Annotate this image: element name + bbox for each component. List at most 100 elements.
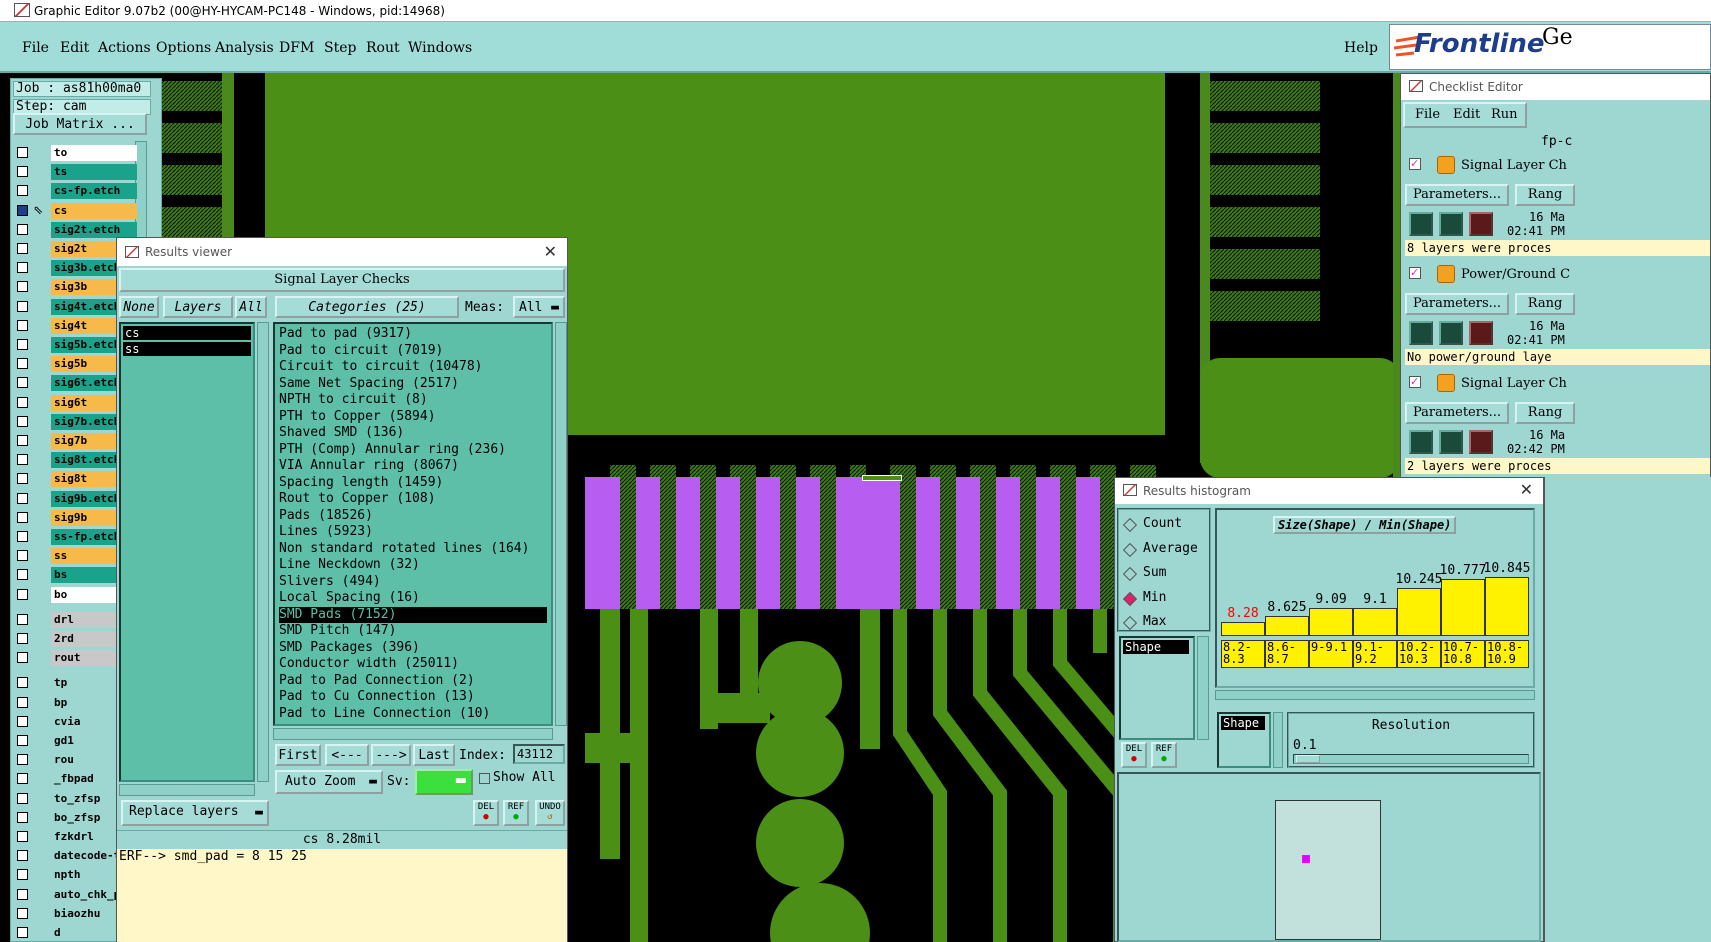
layer-checkbox[interactable] (17, 677, 28, 689)
categories-scrollbar[interactable] (555, 322, 567, 726)
mode-radio-average[interactable]: Average (1122, 541, 1211, 559)
menu-analysis[interactable]: Analysis (215, 40, 274, 56)
histogram-bar[interactable] (1353, 608, 1397, 636)
category-item[interactable]: Rout to Copper (108) (279, 491, 436, 507)
layer-name[interactable]: cs (51, 202, 137, 219)
range-button[interactable]: Rang (1515, 293, 1575, 315)
sv-color-dropdown[interactable]: ▬ (415, 769, 473, 795)
parameters-button[interactable]: Parameters... (1405, 402, 1509, 424)
layer-checkbox[interactable] (17, 243, 28, 254)
close-icon[interactable]: ✕ (544, 238, 557, 266)
layer-checkbox[interactable] (17, 550, 28, 562)
layer-results-list[interactable]: cs ss (119, 322, 255, 782)
layer-row[interactable]: to (17, 145, 137, 161)
categories-hscrollbar[interactable] (273, 728, 553, 740)
layer-checkbox[interactable] (17, 613, 28, 625)
category-item[interactable]: Slivers (494) (279, 574, 381, 590)
layer-checkbox[interactable] (17, 185, 28, 197)
menu-dfm[interactable]: DFM (279, 40, 314, 56)
category-item[interactable]: Lines (5923) (279, 524, 373, 540)
check-enabled-checkbox[interactable]: ✓ (1409, 376, 1421, 388)
layer-checkbox[interactable] (17, 358, 28, 370)
layer-name[interactable]: cs-fp.etch (51, 183, 137, 200)
show-all-checkbox[interactable] (479, 773, 490, 784)
checklist-menu-edit[interactable]: Edit (1453, 104, 1480, 126)
layer-name[interactable]: to (51, 145, 137, 161)
last-button[interactable]: Last (413, 744, 455, 766)
category-item[interactable]: Non standard rotated lines (164) (279, 541, 529, 557)
category-item[interactable]: NPTH to circuit (8) (279, 392, 428, 408)
none-button[interactable]: None (119, 296, 159, 318)
check-name[interactable]: Power/Ground C (1461, 267, 1570, 282)
layer-checkbox[interactable] (17, 435, 28, 446)
category-item[interactable]: Pads (18526) (279, 508, 373, 524)
layer-row[interactable]: ts (17, 164, 137, 181)
category-item[interactable]: Pad to circuit (7019) (279, 343, 443, 359)
replace-layers-dropdown[interactable]: Replace layers ▬ (121, 800, 269, 826)
layer-checkbox[interactable] (17, 300, 28, 312)
layer-checkbox[interactable] (17, 633, 28, 644)
histogram-bar[interactable] (1265, 616, 1309, 636)
category-item[interactable]: SMD Pads (7152) (279, 606, 547, 623)
list-item[interactable]: Shape (1221, 716, 1265, 730)
show-icon[interactable] (1439, 321, 1463, 345)
layer-checkbox[interactable] (17, 850, 28, 862)
category-item[interactable]: SMD Pitch (147) (279, 623, 396, 639)
layer-checkbox[interactable] (17, 811, 28, 823)
del-button[interactable]: DEL ● (473, 800, 499, 826)
layer-row[interactable]: sig2t.etch (17, 221, 137, 238)
resolution-shape-list[interactable]: Shape (1217, 712, 1271, 768)
show-icon[interactable] (1439, 430, 1463, 454)
layer-checkbox[interactable] (17, 888, 28, 900)
layer-checkbox[interactable] (17, 204, 28, 216)
layer-name[interactable]: ts (51, 164, 137, 181)
layer-row[interactable]: cs-fp.etch (17, 183, 137, 200)
layer-checkbox[interactable] (17, 223, 28, 235)
layer-checkbox[interactable] (17, 454, 28, 466)
shape-list[interactable]: Shape (1119, 636, 1195, 740)
undo-button[interactable]: UNDO ↺ (535, 800, 565, 826)
category-item[interactable]: Line Neckdown (32) (279, 557, 420, 573)
resolution-list-scrollbar[interactable] (1273, 712, 1283, 768)
shape-list-scrollbar[interactable] (1197, 636, 1209, 740)
run-icon[interactable] (1409, 430, 1433, 454)
layer-checkbox[interactable] (17, 166, 28, 178)
job-matrix-button[interactable]: Job Matrix ... (13, 113, 147, 135)
category-item[interactable]: Pad to Line Connection (10) (279, 706, 490, 722)
category-item[interactable]: SMD Packages (396) (279, 640, 420, 656)
first-button[interactable]: First (275, 744, 321, 766)
categories-list[interactable]: Pad to pad (9317) Pad to circuit (7019) Ci… (273, 322, 553, 726)
meas-dropdown[interactable]: All ▬ (513, 296, 565, 318)
list-item[interactable]: Shape (1123, 640, 1189, 654)
layer-checkbox[interactable] (17, 415, 28, 427)
category-item[interactable]: Pad to Cu Connection (13) (279, 689, 475, 705)
menu-actions[interactable]: Actions (98, 40, 151, 56)
menu-help[interactable]: Help (1344, 40, 1378, 56)
index-field[interactable]: 43112 (513, 744, 565, 764)
layer-checkbox[interactable] (17, 377, 28, 389)
slider-handle[interactable] (1296, 755, 1320, 763)
histogram-bar[interactable] (1309, 608, 1353, 636)
parameters-button[interactable]: Parameters... (1405, 293, 1509, 315)
stop-icon[interactable] (1469, 212, 1493, 236)
layer-checkbox[interactable] (17, 831, 28, 842)
stop-icon[interactable] (1469, 430, 1493, 454)
category-item[interactable]: Spacing length (1459) (279, 475, 443, 491)
category-item[interactable]: VIA Annular ring (8067) (279, 458, 459, 474)
layer-checkbox[interactable] (17, 773, 28, 785)
check-name[interactable]: Signal Layer Ch (1461, 158, 1567, 173)
category-item[interactable]: Local Spacing (16) (279, 590, 420, 606)
layer-checkbox[interactable] (17, 339, 28, 350)
layer-checkbox[interactable] (17, 927, 28, 938)
category-item[interactable]: Pad to Pad Connection (2) (279, 673, 475, 689)
run-icon[interactable] (1409, 321, 1433, 345)
layer-list-scrollbar[interactable] (257, 322, 269, 782)
layer-checkbox[interactable] (17, 792, 28, 804)
category-item[interactable]: Same Net Spacing (2517) (279, 376, 459, 392)
layer-checkbox[interactable] (17, 715, 28, 727)
list-item[interactable]: ss (123, 342, 251, 356)
ref-button[interactable]: REF ● (503, 800, 529, 826)
histogram-bar[interactable] (1485, 577, 1529, 636)
layer-checkbox[interactable] (17, 396, 28, 408)
stop-icon[interactable] (1469, 321, 1493, 345)
